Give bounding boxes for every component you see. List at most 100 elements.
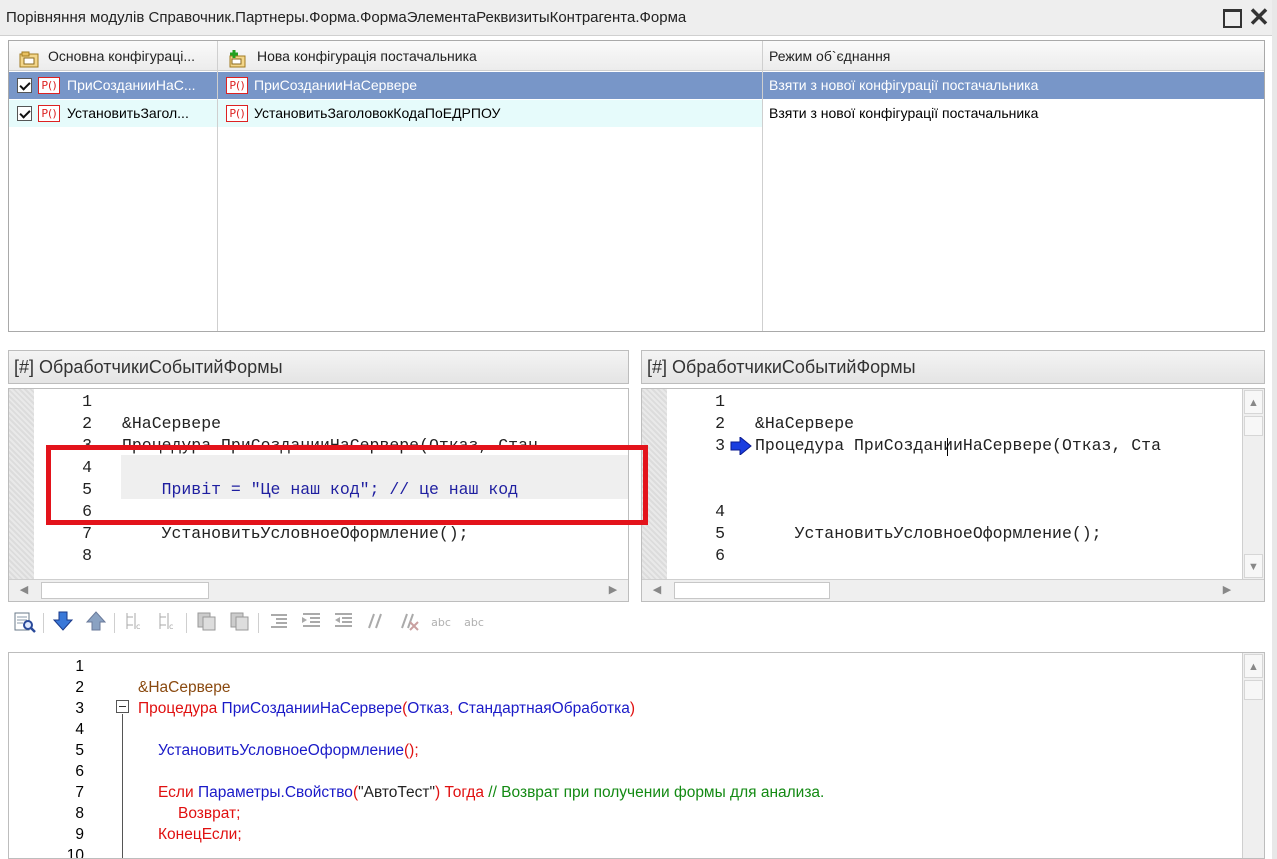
close-button[interactable]: ✕ — [1248, 4, 1270, 30]
vendor-config-icon — [228, 48, 248, 71]
string-literal: "АвтоТест" — [358, 784, 435, 801]
punctuation: ) — [434, 784, 441, 801]
horizontal-scrollbar[interactable]: ◀ ▶ — [642, 579, 1264, 601]
line-number: 7 — [75, 784, 84, 801]
procedure-icon: P() — [226, 105, 248, 122]
column-header-merge-mode[interactable]: Режим об`єднання — [763, 41, 1264, 71]
window-edge — [1272, 0, 1277, 859]
punctuation: (); — [404, 742, 419, 759]
svg-text:c: c — [136, 622, 140, 631]
scroll-down-icon[interactable]: ▼ — [1244, 554, 1263, 578]
spellcheck-off-icon[interactable]: abc — [461, 610, 487, 636]
procedure-icon: P() — [226, 77, 248, 94]
scroll-right-icon[interactable]: ▶ — [1214, 581, 1240, 600]
window-titlebar: Порівняння модулів Справочник.Партнеры.Ф… — [0, 0, 1277, 36]
grid-row[interactable]: P() ПриСозданииНаС... P() ПриСозданииНаС… — [9, 72, 1264, 99]
scroll-up-icon[interactable]: ▲ — [1244, 654, 1263, 678]
compare-toolbar: c c abc abc — [8, 606, 1265, 642]
paste-block-icon[interactable] — [226, 610, 252, 636]
compare-tree-icon[interactable]: c — [121, 610, 147, 636]
identifier: УстановитьУсловноеОформление — [158, 742, 404, 759]
previous-difference-icon[interactable] — [83, 610, 109, 636]
grid-cell-vendor[interactable]: P() ПриСозданииНаСервере — [218, 72, 763, 99]
code-line: УстановитьУсловноеОформление(); — [158, 740, 419, 761]
horizontal-scrollbar[interactable]: ◀ ▶ — [9, 579, 628, 601]
scroll-up-icon[interactable]: ▲ — [1244, 390, 1263, 414]
comment-icon[interactable] — [363, 610, 389, 636]
line-number: 4 — [75, 721, 84, 738]
toolbar-separator — [186, 613, 187, 633]
line-number: 1 — [75, 658, 84, 675]
modules-comparison-grid: Основна конфігураці... Нова конфігурація… — [8, 40, 1265, 332]
indent-icon[interactable] — [266, 610, 292, 636]
text-cursor — [947, 438, 948, 456]
column-header-main-config[interactable]: Основна конфігураці... — [9, 41, 218, 71]
uncomment-icon[interactable] — [396, 610, 422, 636]
line-number: 8 — [75, 805, 84, 822]
procedure-icon: P() — [38, 105, 60, 122]
highlight-annotation-box — [46, 445, 648, 525]
main-procedure-name: ПриСозданииНаС... — [67, 77, 196, 93]
toolbar-separator — [114, 613, 115, 633]
grid-row[interactable]: P() УстановитьЗагол... P() УстановитьЗаг… — [9, 100, 1264, 127]
right-module-code-view[interactable]: 1 2 3 4 5 6 &НаСервере Процедура ПриСозд… — [641, 388, 1265, 602]
scroll-left-icon[interactable]: ◀ — [11, 581, 37, 600]
compare-tree-alt-icon[interactable]: c — [154, 610, 180, 636]
spellcheck-icon[interactable]: abc — [428, 610, 454, 636]
line-number: 1 — [82, 392, 92, 411]
next-difference-icon[interactable] — [50, 610, 76, 636]
line-number: 2 — [82, 414, 92, 433]
grid-cell-vendor[interactable]: P() УстановитьЗаголовокКодаПоЕДРПОУ — [218, 100, 763, 127]
row-checkbox[interactable] — [17, 78, 32, 93]
main-config-icon — [19, 48, 39, 71]
scroll-thumb[interactable] — [674, 582, 830, 599]
line-number: 5 — [715, 524, 725, 543]
current-difference-arrow-icon — [730, 435, 752, 458]
copy-block-icon[interactable] — [193, 610, 219, 636]
keyword: Тогда — [444, 784, 484, 801]
spellcheck-label: abc — [464, 616, 484, 629]
grid-cell-merge-mode[interactable]: Взяти з нової конфігурації постачальника — [763, 100, 1264, 127]
main-procedure-name: УстановитьЗагол... — [67, 105, 189, 121]
vertical-scrollbar[interactable]: ▲ — [1242, 653, 1264, 858]
code-line: УстановитьУсловноеОформление(); — [122, 524, 469, 543]
scroll-thumb[interactable] — [1244, 416, 1263, 436]
column-header-vendor-config[interactable]: Нова конфігурація постачальника — [218, 41, 763, 71]
code-line: Процедура ПриСозданииНаСервере(Отказ, Ст… — [138, 698, 635, 719]
increase-indent-icon[interactable] — [298, 610, 324, 636]
code-line: &НаСервере — [755, 414, 855, 433]
column-divider — [762, 41, 763, 331]
code-line: КонецЕсли; — [158, 826, 242, 843]
find-in-text-icon[interactable] — [12, 610, 38, 636]
collapse-block-icon[interactable] — [116, 700, 129, 713]
column-header-main-config-label: Основна конфігураці... — [48, 48, 195, 64]
vendor-procedure-name: УстановитьЗаголовокКодаПоЕДРПОУ — [254, 105, 501, 121]
row-checkbox[interactable] — [17, 106, 32, 121]
left-module-header: [#] ОбработчикиСобытийФормы — [8, 350, 629, 384]
grid-cell-main[interactable]: P() УстановитьЗагол... — [9, 100, 218, 127]
code-line: УстановитьУсловноеОформление(); — [755, 524, 1102, 543]
maximize-button[interactable] — [1220, 6, 1242, 28]
identifier: ПриСозданииНаСервере — [221, 700, 403, 717]
line-number: 2 — [75, 679, 84, 696]
identifier: Отказ — [407, 700, 450, 717]
scroll-thumb[interactable] — [1244, 680, 1263, 700]
decrease-indent-icon[interactable] — [330, 610, 356, 636]
grid-cell-merge-mode[interactable]: Взяти з нової конфігурації постачальника — [763, 72, 1264, 99]
identifier: Параметры.Свойство — [197, 784, 353, 801]
scroll-left-icon[interactable]: ◀ — [644, 581, 670, 600]
comment: // Возврат при получении формы для анали… — [488, 784, 825, 801]
line-number: 3 — [75, 700, 84, 717]
code-line: Процедура ПриСозданииНаСервере(Отказ, Ст… — [755, 436, 1161, 455]
merge-result-editor[interactable]: 1 2 3 4 5 6 7 8 9 10 &НаСервере Процедур… — [8, 652, 1265, 859]
code-line: &НаСервере — [138, 679, 231, 696]
line-number: 8 — [82, 546, 92, 565]
line-number: 5 — [75, 742, 84, 759]
code-line: Если Параметры.Свойство("АвтоТест") Тогд… — [158, 782, 824, 803]
grid-header: Основна конфігураці... Нова конфігурація… — [9, 41, 1264, 71]
scroll-thumb[interactable] — [41, 582, 209, 599]
scroll-right-icon[interactable]: ▶ — [600, 581, 626, 600]
line-number: 10 — [66, 847, 84, 859]
vertical-scrollbar[interactable]: ▲ ▼ — [1242, 389, 1264, 579]
grid-cell-main[interactable]: P() ПриСозданииНаС... — [9, 72, 218, 99]
